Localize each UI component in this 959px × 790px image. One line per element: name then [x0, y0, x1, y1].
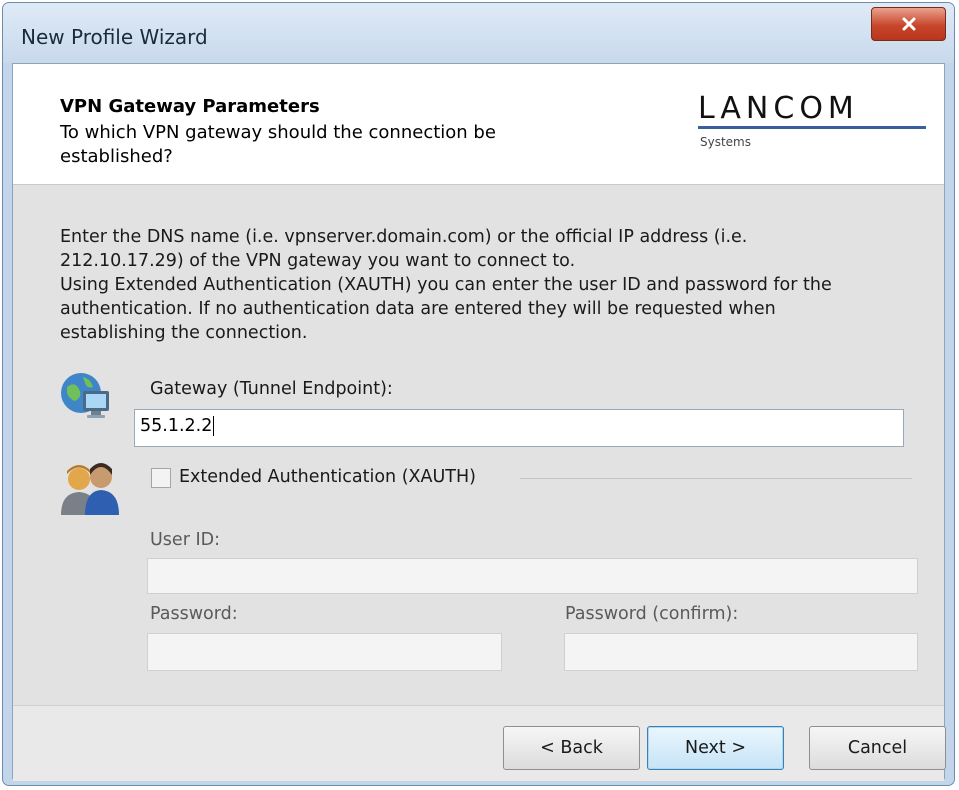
- instructions-line: Using Extended Authentication (XAUTH) yo…: [60, 275, 832, 295]
- cancel-button[interactable]: Cancel: [809, 726, 946, 770]
- title-bar: New Profile Wizard: [3, 3, 954, 63]
- xauth-group-divider: [520, 478, 912, 479]
- text-caret: [213, 416, 215, 436]
- gateway-label: Gateway (Tunnel Endpoint):: [150, 379, 393, 399]
- gateway-value: 55.1.2.2: [140, 416, 213, 436]
- wizard-window: New Profile Wizard VPN Gateway Parameter…: [2, 2, 955, 786]
- globe-computer-icon: [61, 373, 109, 418]
- instructions-line: authentication. If no authentication dat…: [60, 299, 776, 319]
- wizard-client-area: VPN Gateway Parameters To which VPN gate…: [12, 63, 946, 781]
- instructions-line: Enter the DNS name (i.e. vpnserver.domai…: [60, 227, 748, 247]
- instructions-text: Enter the DNS name (i.e. vpnserver.domai…: [60, 225, 925, 345]
- next-button[interactable]: Next >: [647, 726, 784, 770]
- close-button[interactable]: [871, 7, 946, 41]
- wizard-body: Enter the DNS name (i.e. vpnserver.domai…: [13, 185, 944, 705]
- gateway-input[interactable]: 55.1.2.2: [134, 409, 904, 447]
- xauth-checkbox[interactable]: [151, 468, 171, 488]
- header-banner: VPN Gateway Parameters To which VPN gate…: [13, 64, 944, 185]
- password-confirm-label: Password (confirm):: [565, 604, 739, 624]
- back-button[interactable]: < Back: [503, 726, 640, 770]
- password-confirm-input[interactable]: [564, 633, 918, 671]
- logo-name: LANCOM: [698, 91, 859, 126]
- users-icon: [61, 463, 119, 515]
- page-subtitle: To which VPN gateway should the connecti…: [60, 122, 496, 167]
- page-title: VPN Gateway Parameters: [60, 96, 320, 117]
- close-icon: [902, 17, 915, 31]
- lancom-logo: LANCOM Systems: [698, 91, 926, 149]
- user-id-label: User ID:: [150, 530, 220, 550]
- password-input[interactable]: [147, 633, 502, 671]
- instructions-line: establishing the connection.: [60, 323, 308, 343]
- logo-tagline: Systems: [700, 135, 751, 149]
- xauth-checkbox-label[interactable]: Extended Authentication (XAUTH): [179, 467, 476, 487]
- password-label: Password:: [150, 604, 238, 624]
- window-title: New Profile Wizard: [21, 25, 208, 49]
- instructions-line: 212.10.17.29) of the VPN gateway you wan…: [60, 251, 576, 271]
- user-id-input[interactable]: [147, 558, 918, 594]
- button-bar: < Back Next > Cancel: [13, 705, 946, 781]
